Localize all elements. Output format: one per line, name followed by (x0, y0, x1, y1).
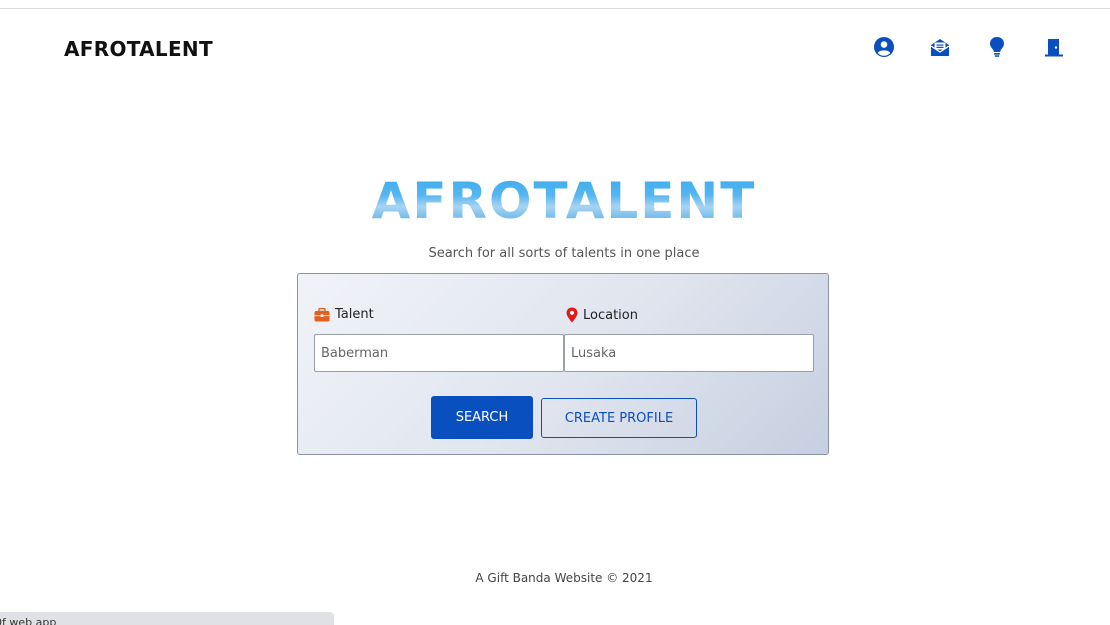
create-profile-button[interactable]: CREATE PROFILE (541, 398, 697, 438)
briefcase-icon (314, 307, 330, 322)
user-circle-icon[interactable] (872, 35, 896, 59)
status-bar: 0f web app (0, 612, 334, 625)
location-input[interactable] (564, 334, 814, 372)
search-button[interactable]: SEARCH (431, 396, 533, 439)
brand-logo[interactable]: AFROTALENT (64, 37, 213, 61)
lightbulb-icon[interactable] (985, 35, 1009, 59)
map-pin-icon (566, 307, 578, 323)
top-divider (0, 8, 1110, 9)
inbox-icon[interactable] (928, 35, 952, 59)
footer-text: A Gift Banda Website © 2021 (475, 571, 653, 585)
hero-subtitle: Search for all sorts of talents in one p… (428, 246, 700, 261)
location-label-text: Location (583, 307, 638, 323)
door-icon[interactable] (1042, 35, 1066, 59)
search-panel: Talent Location SEARCH CREATE PROFILE (297, 273, 829, 455)
location-label: Location (566, 307, 638, 323)
talent-label: Talent (314, 307, 374, 322)
talent-label-text: Talent (335, 307, 374, 322)
talent-input[interactable] (314, 334, 564, 372)
hero-title: AFROTALENT (0, 172, 1110, 230)
